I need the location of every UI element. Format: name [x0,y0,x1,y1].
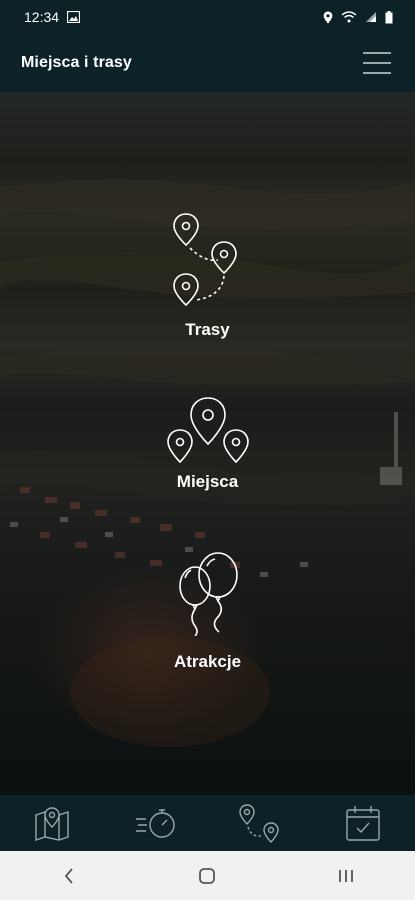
tile-label-atrakcje: Atrakcje [173,652,242,671]
bottom-nav [0,795,415,851]
battery-icon [385,10,393,23]
nav-item-route[interactable] [229,800,289,846]
tile-label-miejsca: Miejsca [176,472,239,491]
system-nav [0,851,415,900]
system-back-button[interactable] [49,856,89,896]
tile-atrakcje[interactable]: Atrakcje [0,552,415,672]
map-pin-icon [35,807,69,841]
page-title: Miejsca i trasy [21,54,132,71]
home-icon [199,867,216,884]
recents-icon [338,869,353,882]
status-bar: 12:34 [0,0,415,34]
status-left: 12:34 [24,9,81,25]
main-content: Trasy Miejsca Atrakcje [0,92,415,795]
route-icon [239,804,280,843]
calendar-check-icon [346,806,380,841]
tile-trasy[interactable]: Trasy [0,210,415,340]
nav-item-map[interactable] [22,800,82,846]
hamburger-menu-icon[interactable] [363,51,391,75]
system-home-button[interactable] [187,856,227,896]
places-pins-icon [166,397,249,464]
status-time: 12:34 [24,9,60,25]
wifi-icon [341,11,357,23]
image-icon [67,11,81,23]
back-icon [64,867,73,884]
balloons-icon [178,552,238,636]
nav-item-calendar[interactable] [333,800,393,846]
location-icon [323,11,333,23]
route-pins-icon [172,213,237,307]
system-recents-button[interactable] [326,856,366,896]
signal-icon [366,12,376,22]
tile-miejsca[interactable]: Miejsca [0,396,415,492]
status-right [323,10,393,24]
stopwatch-icon [135,809,175,838]
nav-item-stopwatch[interactable] [126,800,186,846]
tile-label-trasy: Trasy [185,320,230,339]
app-bar: Miejsca i trasy [0,34,415,92]
